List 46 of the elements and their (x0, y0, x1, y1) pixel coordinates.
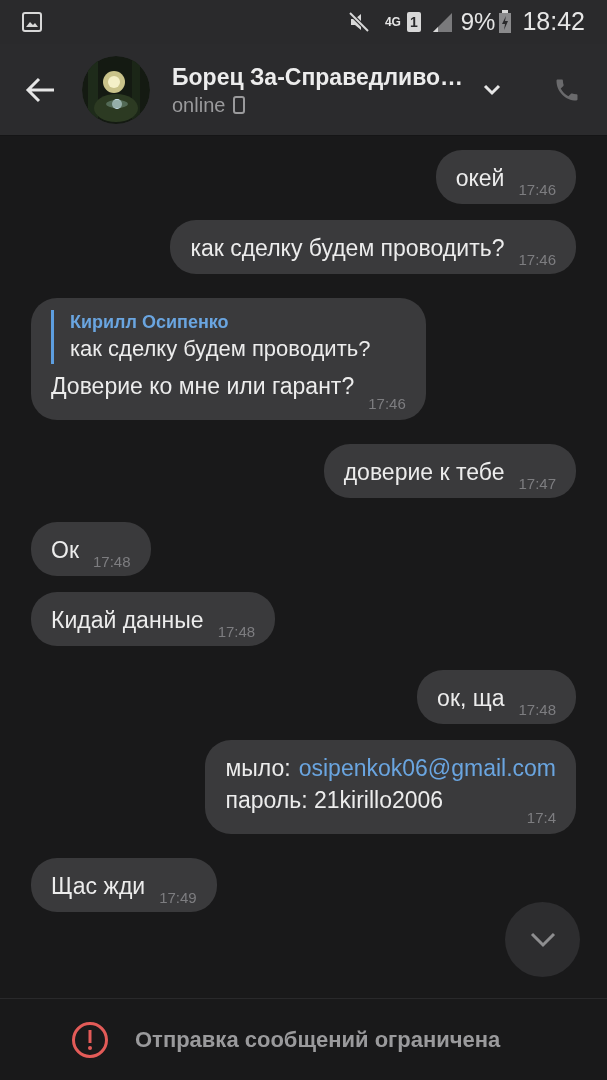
message-text: пароль: 21kirillo2006 (225, 786, 444, 815)
sim-icon: 1 (406, 12, 421, 32)
message-bubble[interactable]: Щас жди 17:49 (31, 858, 217, 912)
message-text: Кидай данные (51, 606, 204, 635)
message-text: Ок (51, 536, 79, 565)
message-bubble[interactable]: Ок 17:48 (31, 522, 151, 576)
message-time: 17:48 (91, 552, 131, 572)
message-time: 17:48 (517, 700, 556, 720)
message-time: 17:49 (158, 888, 197, 908)
message-text: Доверие ко мне или гарант? (51, 372, 355, 401)
message-text: доверие к тебе (343, 458, 505, 487)
contact-status: online (172, 92, 226, 118)
message-bubble[interactable]: мыло: osipenkok06@gmail.com пароль: 21kirillo2006 17:4 (205, 740, 576, 834)
battery-icon (498, 10, 513, 34)
message-time: 17:48 (216, 622, 256, 642)
message-bubble[interactable]: Кидай данные 17:48 (31, 592, 276, 646)
warning-icon (71, 1020, 109, 1059)
message-bubble[interactable]: ок, ща 17:48 (417, 670, 576, 724)
chevron-down-icon (529, 931, 556, 948)
chevron-down-icon[interactable] (483, 83, 501, 96)
message-time: 17:46 (367, 394, 406, 414)
gallery-icon (22, 12, 42, 32)
clock: 18:42 (522, 6, 585, 38)
reply-text: как сделку будем проводить? (70, 335, 372, 363)
message-text: окей (455, 164, 505, 193)
phone-device-icon (233, 95, 246, 114)
message-bubble[interactable]: как сделку будем проводить? 17:46 (170, 220, 576, 274)
network-type: 4G (384, 16, 401, 28)
battery-level: 9% (460, 7, 496, 37)
message-bubble[interactable]: окей 17:46 (435, 150, 576, 204)
back-arrow-icon[interactable] (24, 75, 56, 104)
message-bubble[interactable]: доверие к тебе 17:47 (323, 444, 576, 498)
message-text: ок, ща (437, 684, 505, 713)
message-time: 17:46 (517, 180, 556, 200)
restriction-notice: Отправка сообщений ограничена (135, 1026, 501, 1054)
message-text: мыло: (225, 754, 291, 783)
message-time: 17:4 (525, 808, 556, 828)
message-time: 17:46 (517, 250, 556, 270)
message-bubble[interactable]: Кирилл Осипенко как сделку будем проводить? Доверие ко мне или гарант? 17:46 (31, 298, 426, 420)
message-text: Щас жди (51, 872, 146, 901)
message-text: как сделку будем проводить? (190, 234, 505, 263)
mute-icon (346, 11, 371, 33)
reply-author: Кирилл Осипенко (70, 311, 230, 334)
message-time: 17:47 (517, 474, 556, 494)
contact-name[interactable]: Борец За-Справедливо… (172, 61, 463, 92)
email-link[interactable]: osipenkok06@gmail.com (298, 752, 556, 784)
